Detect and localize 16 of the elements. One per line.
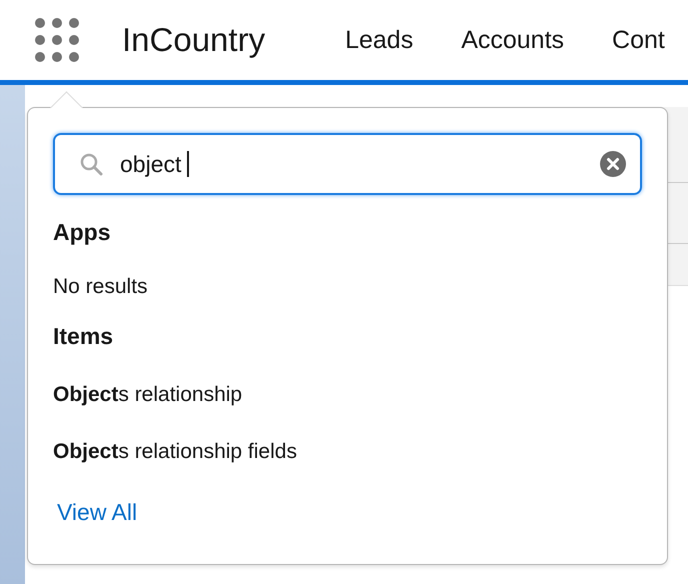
nav-tab[interactable]: Leads — [345, 26, 414, 54]
section-heading: Items — [53, 323, 114, 350]
result-item[interactable]: Objects relationship fields — [53, 440, 642, 464]
view-all-link[interactable]: View All — [57, 499, 642, 526]
search-field[interactable]: object — [53, 133, 642, 195]
text-cursor — [187, 151, 190, 177]
search-icon — [79, 152, 103, 176]
app-launcher-icon[interactable] — [35, 18, 79, 62]
search-value: object — [120, 150, 182, 178]
section-heading: Apps — [53, 219, 112, 246]
clear-icon[interactable] — [600, 151, 626, 177]
nav-tab[interactable]: Cont — [612, 26, 665, 54]
app-name: InCountry — [122, 21, 266, 59]
result-item[interactable]: Objects relationship — [53, 383, 642, 407]
empty-message: No results — [53, 275, 149, 299]
nav-tab[interactable]: Accounts — [461, 26, 564, 54]
